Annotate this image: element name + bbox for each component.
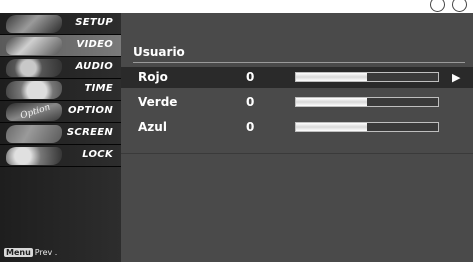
prev-label: Prev .: [34, 248, 58, 257]
section-divider: [121, 153, 473, 154]
right-arrow-icon[interactable]: ▶: [452, 71, 460, 84]
setting-label: Azul: [138, 120, 167, 134]
setting-row-green[interactable]: Verde 0: [121, 92, 473, 113]
setting-value: 0: [246, 70, 255, 84]
time-thumbnail-icon: [6, 81, 62, 99]
menu-item-setup[interactable]: SETUP: [0, 13, 121, 35]
menu-item-label: SCREEN: [66, 127, 113, 138]
screen-thumbnail-icon: [6, 125, 62, 143]
menu-item-label: TIME: [84, 83, 113, 94]
circle-icon: [429, 0, 445, 12]
video-thumbnail-icon: [6, 37, 62, 55]
prev-hint[interactable]: Menu Prev .: [4, 248, 57, 257]
menu-item-label: VIDEO: [76, 39, 113, 50]
menu-item-screen[interactable]: SCREEN: [0, 123, 121, 145]
level-slider[interactable]: [295, 72, 439, 82]
setup-thumbnail-icon: [6, 15, 62, 33]
menu-item-label: LOCK: [82, 149, 113, 160]
menu-item-option[interactable]: Option OPTION: [0, 101, 121, 123]
title-underline: [133, 62, 465, 63]
setting-value: 0: [246, 120, 255, 134]
menu-key-icon: Menu: [4, 248, 33, 257]
setting-value: 0: [246, 95, 255, 109]
level-fill: [296, 98, 367, 106]
level-fill: [296, 73, 367, 81]
menu-item-label: OPTION: [67, 105, 113, 116]
option-thumbnail-text: Option: [19, 102, 52, 122]
setting-row-blue[interactable]: Azul 0: [121, 117, 473, 138]
menu-item-audio[interactable]: AUDIO: [0, 57, 121, 79]
level-slider[interactable]: [295, 97, 439, 107]
corner-icons: [428, 0, 467, 16]
panel-title: Usuario: [133, 45, 185, 59]
setting-label: Verde: [138, 95, 178, 109]
menu-item-video[interactable]: VIDEO: [0, 35, 121, 57]
audio-thumbnail-icon: [6, 59, 62, 77]
setting-row-red[interactable]: Rojo 0 ▶: [121, 67, 473, 88]
option-thumbnail-icon: Option: [6, 102, 62, 122]
level-slider[interactable]: [295, 122, 439, 132]
menu-item-label: AUDIO: [75, 61, 113, 72]
level-fill: [296, 123, 367, 131]
lock-thumbnail-icon: [6, 147, 62, 165]
menu-item-label: SETUP: [75, 17, 113, 28]
setting-label: Rojo: [138, 70, 168, 84]
menu-item-lock[interactable]: LOCK: [0, 145, 121, 167]
circle-icon: [452, 0, 467, 12]
menu-item-time[interactable]: TIME: [0, 79, 121, 101]
